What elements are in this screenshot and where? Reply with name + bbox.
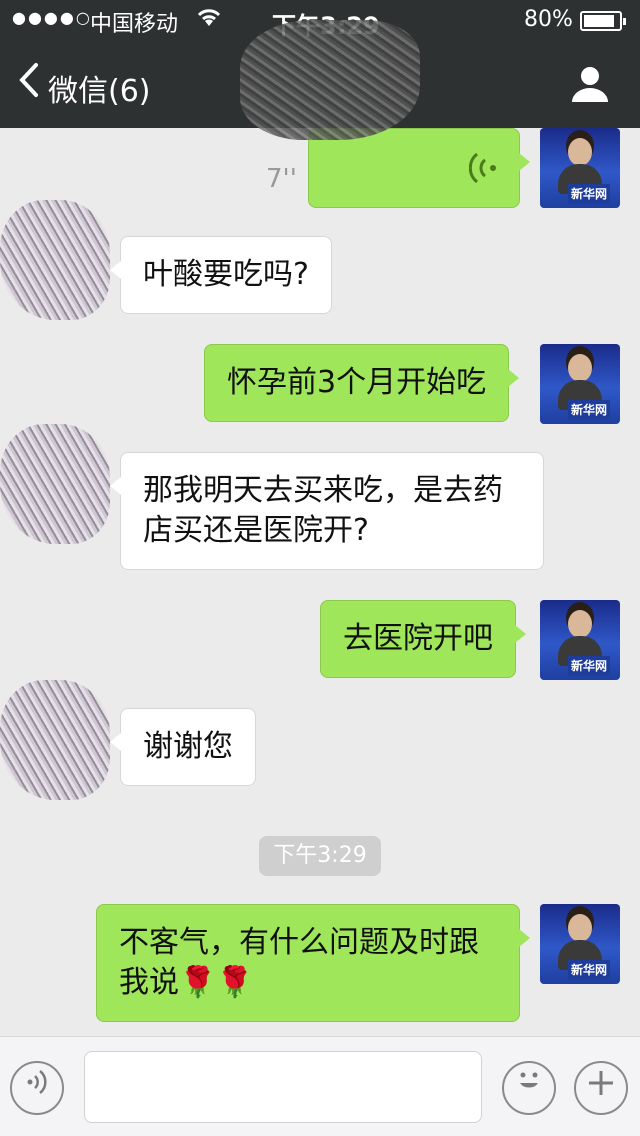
message-bubble[interactable]: 那我明天去买来吃，是去药店买还是医院开? <box>110 452 544 570</box>
battery-level <box>584 15 615 27</box>
my-avatar[interactable]: 新华网 <box>540 344 620 424</box>
contact-avatar[interactable] <box>0 200 110 320</box>
chat-area[interactable]: 新华网 7'' 叶酸要吃吗? 新华网 怀孕前3个月开始吃 那我明天去买来吃，是去… <box>0 128 640 1036</box>
chevron-left-icon[interactable] <box>18 62 40 106</box>
contact-avatar[interactable] <box>0 424 110 544</box>
battery-icon <box>580 11 626 31</box>
redaction-scribble <box>240 20 420 140</box>
wifi-icon <box>196 6 222 33</box>
message-bubble[interactable]: 谢谢您 <box>110 708 256 786</box>
my-avatar[interactable]: 新华网 <box>540 600 620 680</box>
battery-percentage: 80% <box>524 7 573 32</box>
input-bar <box>0 1036 640 1136</box>
message-bubble[interactable]: 不客气，有什么问题及时跟我说🌹🌹 <box>96 904 530 1022</box>
contact-avatar[interactable] <box>0 680 110 800</box>
message-input[interactable] <box>84 1051 482 1123</box>
voice-input-icon[interactable] <box>10 1061 64 1115</box>
my-avatar[interactable]: 新华网 <box>540 904 620 984</box>
carrier-name: 中国移动 <box>90 12 179 37</box>
my-avatar[interactable]: 新华网 <box>540 128 620 208</box>
message-bubble[interactable]: 叶酸要吃吗? <box>110 236 332 314</box>
voice-message-bubble[interactable] <box>308 128 530 208</box>
back-button-label[interactable]: 微信(6) <box>48 66 151 110</box>
person-icon[interactable] <box>570 64 610 104</box>
voice-wave-icon <box>468 151 497 196</box>
plus-icon[interactable] <box>574 1061 628 1115</box>
message-bubble[interactable]: 去医院开吧 <box>320 600 526 678</box>
signal-strength: ●●●●○ <box>12 8 92 27</box>
chat-timestamp: 下午3:29 <box>259 836 381 876</box>
voice-duration: 7'' <box>266 164 297 194</box>
emoji-icon[interactable] <box>502 1061 556 1115</box>
message-bubble[interactable]: 怀孕前3个月开始吃 <box>204 344 520 422</box>
